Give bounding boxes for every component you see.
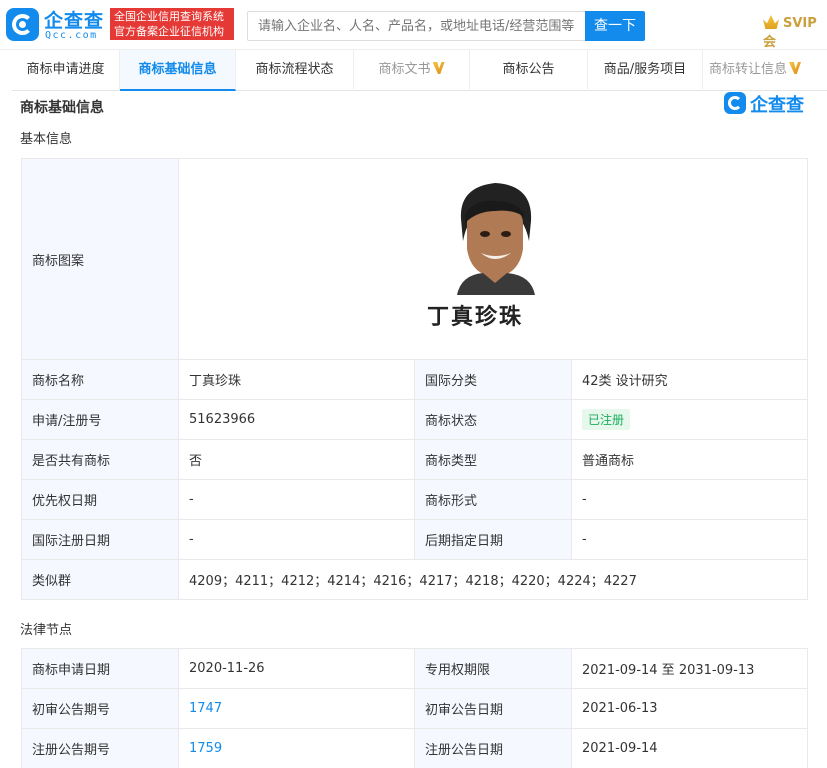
value-reg-number: 51623966: [178, 399, 415, 440]
tab-documents[interactable]: 商标文书: [354, 50, 470, 91]
tab-application-progress[interactable]: 商标申请进度: [12, 50, 120, 91]
logo-domain: Qcc.com: [45, 30, 98, 41]
tab-basic-info[interactable]: 商标基础信息: [120, 50, 236, 91]
legal-nodes-table: 商标申请日期 2020-11-26 专用权期限 2021-09-14 至 203…: [21, 648, 808, 768]
value-trademark-name: 丁真珍珠: [178, 359, 415, 400]
value-form: -: [570, 479, 809, 520]
label-trademark-name: 商标名称: [21, 359, 179, 400]
image-label: 商标图案: [21, 158, 179, 360]
prelim-issue-link[interactable]: 1747: [189, 701, 222, 716]
table-row: 商标图案 丁真珍珠: [21, 158, 809, 360]
table-row: 商标申请日期 2020-11-26 专用权期限 2021-09-14 至 203…: [21, 648, 808, 689]
portrait-photo: [453, 179, 537, 295]
label-exclusive-period: 专用权期限: [414, 648, 572, 689]
tab-documents-label: 商标文书: [378, 62, 431, 77]
value-reg-issue-cell: 1759: [178, 728, 415, 768]
value-intl-class: 42类 设计研究: [570, 359, 809, 400]
logo-icon: [6, 8, 39, 41]
top-header: 企查查 Qcc.com 全国企业信用查询系统 官方备案企业征信机构 查一下 SV…: [0, 0, 827, 50]
reg-issue-link[interactable]: 1759: [189, 741, 222, 756]
trademark-image[interactable]: 丁真珍珠: [179, 159, 807, 359]
tab-goods-services[interactable]: 商品/服务项目: [588, 50, 703, 91]
value-exclusive-period: 2021-09-14 至 2031-09-13: [571, 648, 808, 689]
trademark-text: 丁真珍珠: [427, 305, 524, 330]
value-status-cell: 已注册: [570, 399, 809, 440]
label-status: 商标状态: [414, 399, 572, 440]
page-title: 商标基础信息: [20, 100, 104, 116]
value-prelim-date: 2021-06-13: [571, 688, 808, 729]
table-row: 是否共有商标 否 商标类型 普通商标: [21, 439, 809, 480]
table-row: 优先权日期 - 商标形式 -: [21, 479, 809, 520]
credit-system-badge[interactable]: 全国企业信用查询系统 官方备案企业征信机构: [110, 8, 234, 40]
table-row: 注册公告期号 1759 注册公告日期 2021-09-14: [21, 728, 808, 768]
value-intl-reg-date: -: [178, 519, 415, 560]
logo-text: 企查查: [44, 10, 105, 32]
badge-line-2: 官方备案企业征信机构: [114, 25, 224, 38]
label-application-date: 商标申请日期: [21, 648, 179, 689]
section-title-basic: 基本信息: [20, 132, 73, 147]
table-row: 类似群 4209；4211；4212；4214；4216；4217；4218；4…: [21, 559, 809, 600]
table-row: 商标名称 丁真珍珠 国际分类 42类 设计研究: [21, 359, 809, 400]
watermark-logo-icon: [724, 92, 746, 114]
tab-announcements[interactable]: 商标公告: [470, 50, 588, 91]
value-shared: 否: [178, 439, 415, 480]
qcc-logo[interactable]: 企查查 Qcc.com: [6, 6, 106, 44]
trademark-tabs: 商标申请进度 商标基础信息 商标流程状态 商标文书 商标公告 商品/服务项目 商…: [12, 50, 827, 91]
table-row: 国际注册日期 - 后期指定日期 -: [21, 519, 809, 560]
search-input[interactable]: [248, 12, 585, 40]
label-prelim-issue: 初审公告期号: [21, 688, 179, 729]
label-similar-groups: 类似群: [21, 559, 179, 600]
value-reg-date: 2021-09-14: [571, 728, 808, 768]
label-later-designation: 后期指定日期: [414, 519, 572, 560]
crown-icon: [763, 15, 779, 29]
search-button[interactable]: 查一下: [585, 11, 645, 41]
value-priority-date: -: [178, 479, 415, 520]
status-badge: 已注册: [582, 409, 631, 430]
tab-transfer-label: 商标转让信息: [708, 62, 787, 77]
vip-tag-icon: [432, 62, 445, 74]
badge-line-1: 全国企业信用查询系统: [114, 10, 224, 23]
value-type: 普通商标: [570, 439, 809, 480]
watermark-text: 企查查: [750, 95, 804, 116]
basic-info-table: 商标图案 丁真珍珠 商标名称 丁真珍珠 国际分类 42类 设计研究 申请/注册号…: [21, 158, 809, 600]
label-form: 商标形式: [414, 479, 572, 520]
label-shared: 是否共有商标: [21, 439, 179, 480]
svip-entry[interactable]: SVIP会: [763, 15, 827, 50]
tab-process-status[interactable]: 商标流程状态: [236, 50, 354, 91]
tab-transfer-info[interactable]: 商标转让信息: [703, 50, 807, 91]
label-intl-reg-date: 国际注册日期: [21, 519, 179, 560]
trademark-image-cell: 丁真珍珠: [177, 158, 809, 360]
label-reg-date: 注册公告日期: [414, 728, 572, 768]
label-type: 商标类型: [414, 439, 572, 480]
label-priority-date: 优先权日期: [21, 479, 179, 520]
value-prelim-issue-cell: 1747: [178, 688, 415, 729]
search-box: [247, 11, 585, 41]
value-later-designation: -: [570, 519, 809, 560]
vip-tag-icon: [789, 62, 801, 74]
value-application-date: 2020-11-26: [178, 648, 415, 689]
label-prelim-date: 初审公告日期: [414, 688, 572, 729]
label-intl-class: 国际分类: [414, 359, 572, 400]
value-similar-groups: 4209；4211；4212；4214；4216；4217；4218；4220；…: [177, 559, 809, 600]
table-row: 初审公告期号 1747 初审公告日期 2021-06-13: [21, 688, 808, 729]
table-row: 申请/注册号 51623966 商标状态 已注册: [21, 399, 809, 440]
label-reg-number: 申请/注册号: [21, 399, 179, 440]
section-title-legal: 法律节点: [20, 623, 73, 638]
label-reg-issue: 注册公告期号: [21, 728, 179, 768]
